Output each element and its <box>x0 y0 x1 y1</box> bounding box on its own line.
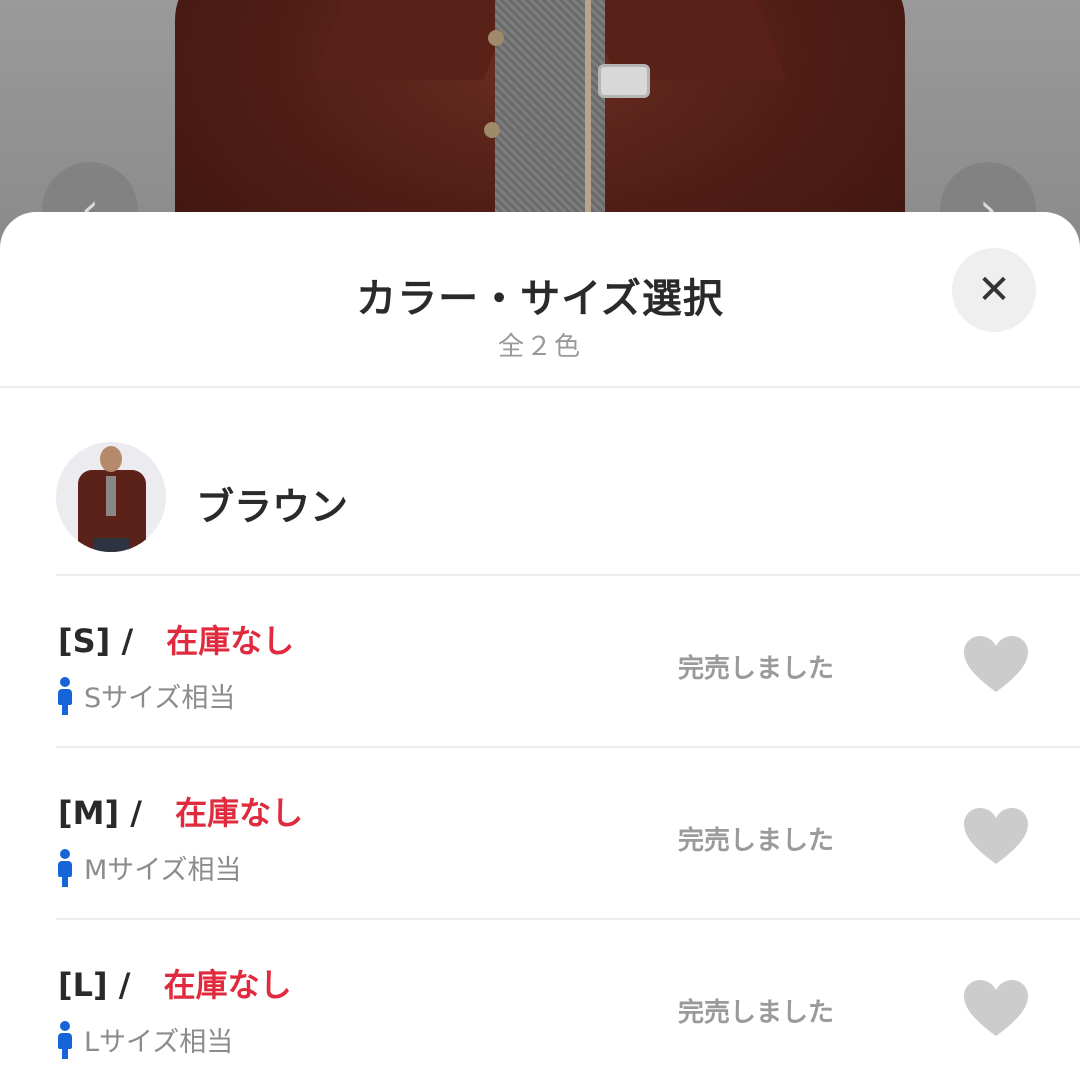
close-icon: ✕ <box>977 267 1011 313</box>
sheet-title: カラー・サイズ選択 <box>356 276 724 322</box>
size-name: [S] <box>58 622 111 660</box>
size-equivalent-text: Lサイズ相当 <box>84 1027 234 1058</box>
coat-button <box>488 30 504 46</box>
color-thumbnail <box>56 442 166 552</box>
separator: / <box>118 966 131 1004</box>
collar-left <box>313 0 517 80</box>
size-name: [L] <box>58 966 108 1004</box>
stock-status: 在庫なし <box>163 966 292 1004</box>
person-icon <box>56 848 74 887</box>
sold-out-label: 完売しました <box>678 826 835 856</box>
person-icon <box>56 1020 74 1059</box>
heart-icon[interactable] <box>964 636 1028 694</box>
heart-icon[interactable] <box>964 808 1028 866</box>
close-button[interactable]: ✕ <box>952 248 1036 332</box>
sold-out-label: 完売しました <box>678 998 835 1028</box>
separator: / <box>130 794 142 832</box>
size-row-l[interactable]: [L] / 在庫なし Lサイズ相当 完売しました <box>56 920 1080 1080</box>
person-icon <box>56 676 74 715</box>
color-size-sheet: カラー・サイズ選択 全２色 ✕ ブラウン [S] / 在庫なし Sサイズ相当 完… <box>0 212 1080 1080</box>
separator: / <box>121 622 134 660</box>
size-equivalent-text: Sサイズ相当 <box>84 683 236 714</box>
size-equivalent-text: Mサイズ相当 <box>84 855 242 886</box>
size-row-m[interactable]: [M] / 在庫なし Mサイズ相当 完売しました <box>56 748 1080 920</box>
stock-status: 在庫なし <box>166 622 295 660</box>
sheet-header: カラー・サイズ選択 全２色 ✕ <box>0 212 1080 388</box>
buckle-graphic <box>598 64 650 98</box>
size-label: [S] / 在庫なし <box>58 616 294 662</box>
size-equivalent: Lサイズ相当 <box>56 1020 233 1059</box>
size-label: [M] / 在庫なし <box>58 788 303 834</box>
color-count: 全２色 <box>497 332 582 362</box>
color-option[interactable]: ブラウン <box>56 388 1080 576</box>
heart-icon[interactable] <box>964 980 1028 1038</box>
stock-status: 在庫なし <box>175 794 304 832</box>
sold-out-label: 完売しました <box>678 654 835 684</box>
size-equivalent: Mサイズ相当 <box>56 848 242 887</box>
zip-graphic <box>585 0 591 240</box>
size-name: [M] <box>58 794 120 832</box>
coat-button <box>484 122 500 138</box>
size-label: [L] / 在庫なし <box>58 960 292 1006</box>
size-row-s[interactable]: [S] / 在庫なし Sサイズ相当 完売しました <box>56 576 1080 748</box>
color-name: ブラウン <box>196 485 349 529</box>
size-equivalent: Sサイズ相当 <box>56 676 235 715</box>
